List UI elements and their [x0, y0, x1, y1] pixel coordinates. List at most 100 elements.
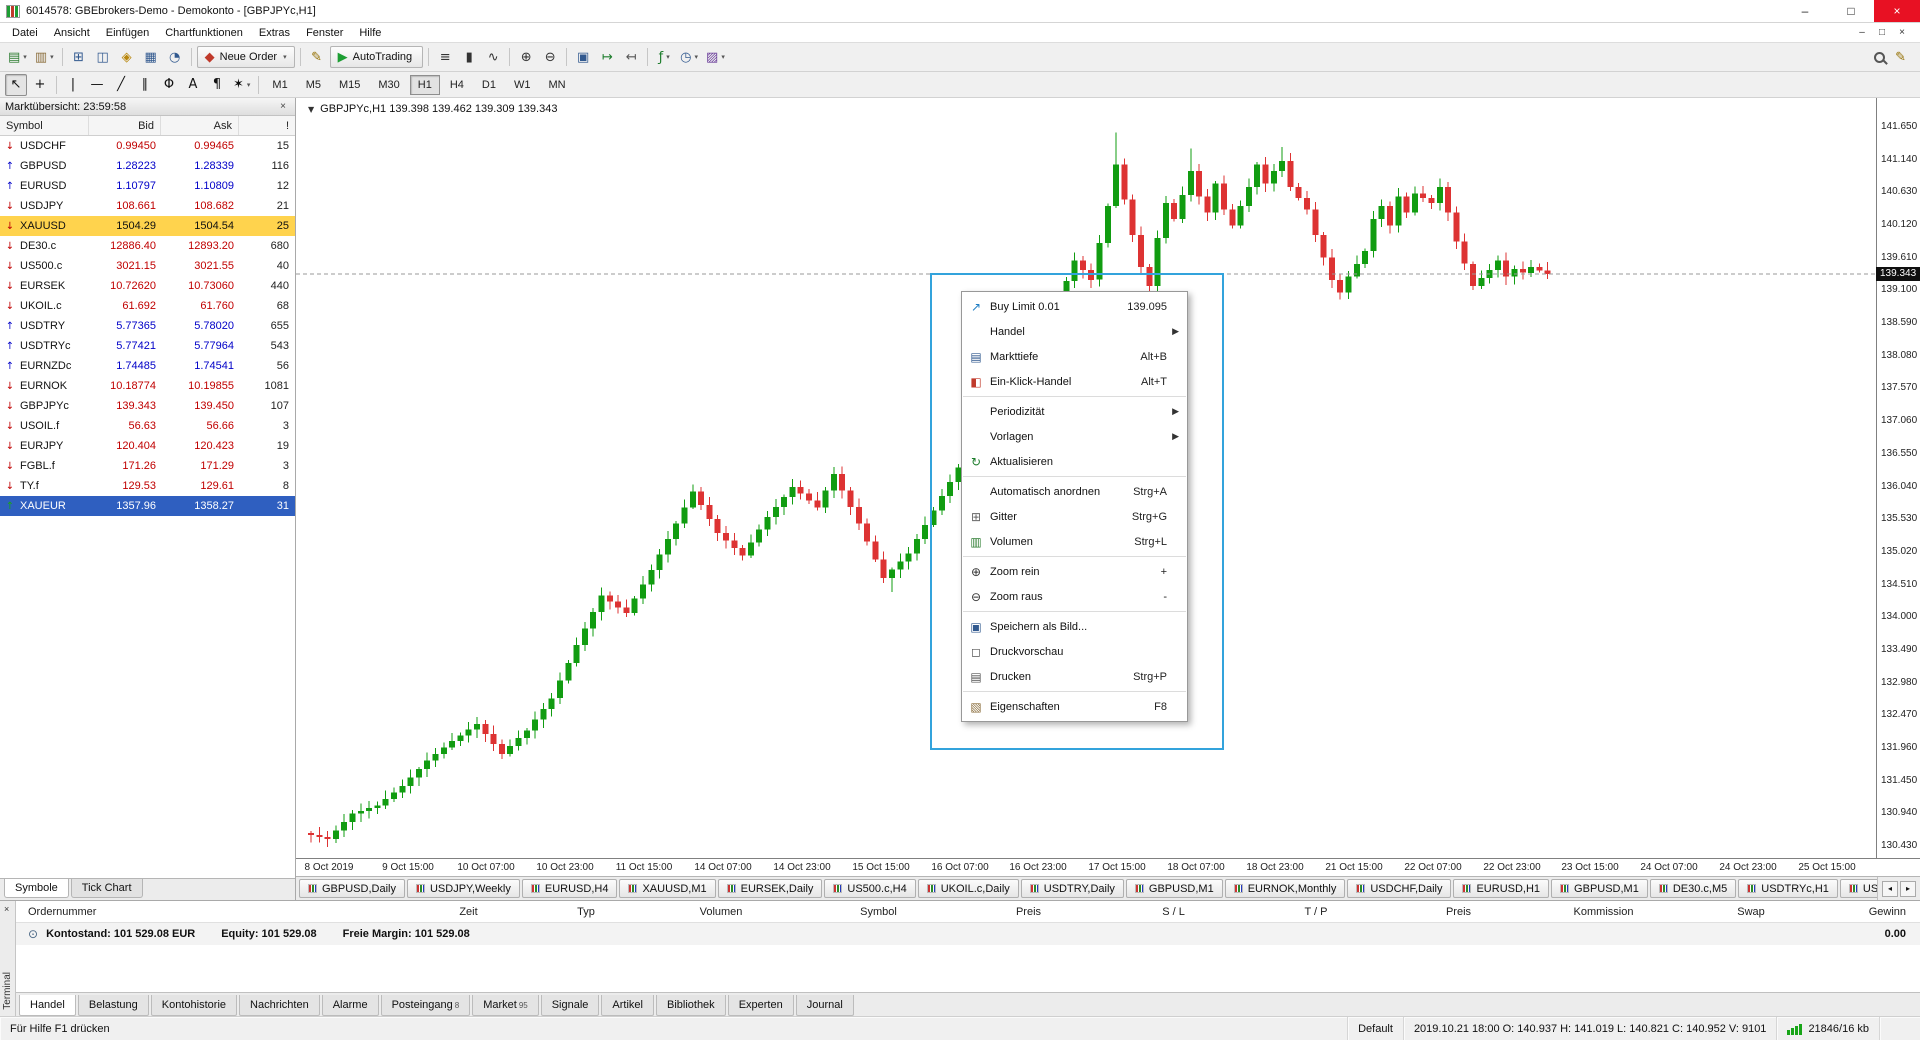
- terminal-tab-belastung[interactable]: Belastung: [78, 995, 149, 1016]
- market-watch-row-usoil-f[interactable]: ↓USOIL.f56.6356.663: [0, 416, 295, 436]
- terminal-tab-signale[interactable]: Signale: [541, 995, 600, 1016]
- tile-windows-button[interactable]: ▣: [572, 46, 594, 68]
- text-button[interactable]: A: [182, 74, 204, 96]
- profiles-button[interactable]: ▥▾: [32, 46, 57, 68]
- timeframe-d1[interactable]: D1: [474, 75, 504, 95]
- crosshair-button[interactable]: +: [29, 74, 51, 96]
- context-menu-item-volumen[interactable]: ▥VolumenStrg+L: [962, 529, 1187, 554]
- chart-tab-xauusd-m1[interactable]: XAUUSD,M1: [619, 879, 715, 898]
- market-watch-row-gbpjpyc[interactable]: ↓GBPJPYc139.343139.450107: [0, 396, 295, 416]
- trendline-button[interactable]: ╱: [110, 74, 132, 96]
- chart-tab-gbpusd-m1[interactable]: GBPUSD,M1: [1126, 879, 1223, 898]
- chart-tab-usdtry-daily[interactable]: USDTRY,Daily: [1021, 879, 1124, 898]
- horizontal-line-button[interactable]: —: [86, 74, 108, 96]
- chart-tab-ukoil-c-daily[interactable]: UKOIL.c,Daily: [918, 879, 1019, 898]
- new-order-button[interactable]: ◆Neue Order▾: [197, 46, 295, 68]
- zoom-out-button[interactable]: ⊖: [539, 46, 561, 68]
- terminal-tab-journal[interactable]: Journal: [796, 995, 854, 1016]
- context-menu-item-vorlagen[interactable]: Vorlagen▶: [962, 424, 1187, 449]
- market-watch-row-eurnzdc[interactable]: ↑EURNZDc1.744851.7454156: [0, 356, 295, 376]
- terminal-tab-kontohistorie[interactable]: Kontohistorie: [151, 995, 237, 1016]
- context-menu-item-eigenschaften[interactable]: ▧EigenschaftenF8: [962, 694, 1187, 719]
- chart-shift-button[interactable]: ↤: [620, 46, 642, 68]
- menu-einf-gen[interactable]: Einfügen: [98, 25, 157, 41]
- chart-tab-gbpusd-daily[interactable]: GBPUSD,Daily: [299, 879, 405, 898]
- minimize-button[interactable]: –: [1782, 0, 1828, 22]
- chart-tab-eursek-daily[interactable]: EURSEK,Daily: [718, 879, 823, 898]
- chart-minimize-button[interactable]: –: [1852, 27, 1872, 38]
- market-watch-row-ty-f[interactable]: ↓TY.f129.53129.618: [0, 476, 295, 496]
- terminal-panel-button[interactable]: ▦: [140, 46, 162, 68]
- chart-candles-button[interactable]: ▮: [458, 46, 480, 68]
- autotrading-button[interactable]: ▶AutoTrading: [330, 46, 424, 68]
- market-watch-row-xaueur[interactable]: ↑XAUEUR1357.961358.2731: [0, 496, 295, 516]
- context-menu-item-zoom-raus[interactable]: ⊖Zoom raus-: [962, 584, 1187, 609]
- navigator-button[interactable]: ◈: [116, 46, 138, 68]
- context-menu-item-speichern-als-bild[interactable]: ▣Speichern als Bild...: [962, 614, 1187, 639]
- status-profile[interactable]: Default: [1348, 1017, 1404, 1040]
- equidistant-channel-button[interactable]: ∥: [134, 74, 156, 96]
- metaeditor-button[interactable]: ✎: [306, 46, 328, 68]
- terminal-tab-artikel[interactable]: Artikel: [601, 995, 654, 1016]
- menu-fenster[interactable]: Fenster: [298, 25, 351, 41]
- chart-tab-eurnok-monthly[interactable]: EURNOK,Monthly: [1225, 879, 1346, 898]
- context-menu-item-gitter[interactable]: ⊞GitterStrg+G: [962, 504, 1187, 529]
- market-watch-row-eurusd[interactable]: ↑EURUSD1.107971.1080912: [0, 176, 295, 196]
- menu-ansicht[interactable]: Ansicht: [46, 25, 98, 41]
- strategy-tester-button[interactable]: ◔: [164, 46, 186, 68]
- terminal-tab-market[interactable]: Market95: [472, 995, 539, 1016]
- market-watch-row-eursek[interactable]: ↓EURSEK10.7262010.73060440: [0, 276, 295, 296]
- context-menu-item-zoom-rein[interactable]: ⊕Zoom rein+: [962, 559, 1187, 584]
- chart-tab-de30-c-m5[interactable]: DE30.c,M5: [1650, 879, 1736, 898]
- context-menu-item-handel[interactable]: Handel▶: [962, 319, 1187, 344]
- terminal-tab-nachrichten[interactable]: Nachrichten: [239, 995, 320, 1016]
- chart-tab-us500-c-h4[interactable]: US500.c,H4: [824, 879, 915, 898]
- market-watch-row-de30-c[interactable]: ↓DE30.c12886.4012893.20680: [0, 236, 295, 256]
- time-axis[interactable]: 8 Oct 20199 Oct 15:0010 Oct 07:0010 Oct …: [296, 858, 1920, 876]
- market-watch-row-usdchf[interactable]: ↓USDCHF0.994500.9946515: [0, 136, 295, 156]
- search-icon[interactable]: [1874, 52, 1885, 63]
- chart-tab-eurusd-h4[interactable]: EURUSD,H4: [522, 879, 618, 898]
- restore-button[interactable]: □: [1828, 0, 1874, 22]
- zoom-in-button[interactable]: ⊕: [515, 46, 537, 68]
- timeframe-m1[interactable]: M1: [264, 75, 295, 95]
- tabs-scroll-right-icon[interactable]: ▸: [1900, 881, 1916, 897]
- menu-datei[interactable]: Datei: [4, 25, 46, 41]
- new-chart-button[interactable]: ▤▾: [5, 46, 30, 68]
- market-watch-tab-symbole[interactable]: Symbole: [4, 879, 69, 898]
- market-watch-row-usdjpy[interactable]: ↓USDJPY108.661108.68221: [0, 196, 295, 216]
- chart-line-button[interactable]: ∿: [482, 46, 504, 68]
- timeframe-m30[interactable]: M30: [370, 75, 407, 95]
- feedback-icon[interactable]: ✎: [1895, 50, 1906, 65]
- fibonacci-button[interactable]: Φ: [158, 74, 180, 96]
- chart-area[interactable]: ▼ GBPJPYc,H1 139.398 139.462 139.309 139…: [296, 98, 1920, 876]
- terminal-close-icon[interactable]: ×: [4, 904, 9, 914]
- market-watch-row-usdtryc[interactable]: ↑USDTRYc5.774215.77964543: [0, 336, 295, 356]
- indicators-button[interactable]: ƒ▾: [653, 46, 675, 68]
- terminal-tab-handel[interactable]: Handel: [19, 995, 76, 1016]
- chart-tab-usdjpy-weekly[interactable]: USDJPY,Weekly: [407, 879, 520, 898]
- market-watch-row-eurjpy[interactable]: ↓EURJPY120.404120.42319: [0, 436, 295, 456]
- arrows-tool-button[interactable]: ✶▾: [230, 74, 253, 96]
- chart-tab-usdchf-daily[interactable]: USDCHF,Daily: [1347, 879, 1451, 898]
- terminal-tab-alarme[interactable]: Alarme: [322, 995, 379, 1016]
- market-watch-tab-tick-chart[interactable]: Tick Chart: [71, 879, 143, 898]
- menu-extras[interactable]: Extras: [251, 25, 298, 41]
- market-watch-row-xauusd[interactable]: ↓XAUUSD1504.291504.5425: [0, 216, 295, 236]
- periods-button[interactable]: ◷▾: [677, 46, 701, 68]
- market-watch-close-icon[interactable]: ×: [276, 101, 290, 112]
- text-label-button[interactable]: ¶: [206, 74, 228, 96]
- chart-tab-gbpusd-m1[interactable]: GBPUSD,M1: [1551, 879, 1648, 898]
- market-watch-row-usdtry[interactable]: ↑USDTRY5.773655.78020655: [0, 316, 295, 336]
- chart-tab-eurusd-h1[interactable]: EURUSD,H1: [1453, 879, 1549, 898]
- timeframe-m15[interactable]: M15: [331, 75, 368, 95]
- chart-close-button[interactable]: ×: [1892, 27, 1912, 38]
- market-watch-row-ukoil-c[interactable]: ↓UKOIL.c61.69261.76068: [0, 296, 295, 316]
- context-menu-item-periodizitaet[interactable]: Periodizität▶: [962, 399, 1187, 424]
- context-menu-item-aktualisieren[interactable]: ↻Aktualisieren: [962, 449, 1187, 474]
- terminal-tab-posteingang[interactable]: Posteingang8: [381, 995, 471, 1016]
- context-menu-item-druckvorschau[interactable]: ◻Druckvorschau: [962, 639, 1187, 664]
- close-button[interactable]: ×: [1874, 0, 1920, 22]
- timeframe-mn[interactable]: MN: [540, 75, 573, 95]
- tabs-scroll-left-icon[interactable]: ◂: [1882, 881, 1898, 897]
